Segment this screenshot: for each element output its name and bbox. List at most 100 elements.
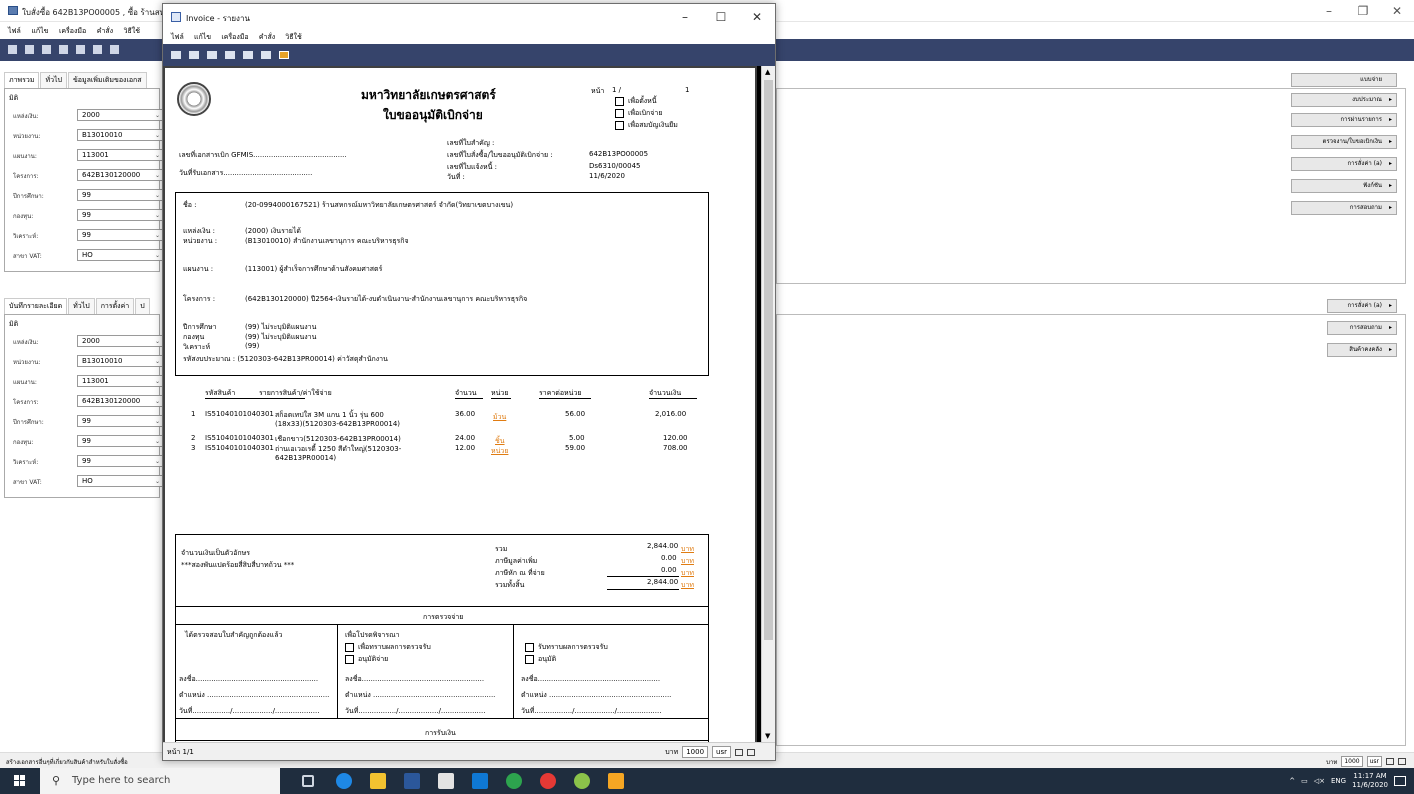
line-project-select[interactable]: 642B130120000 ⌄ [77,395,163,407]
scroll-up-icon[interactable]: ▲ [765,68,770,76]
preview-icon[interactable] [76,45,85,54]
scroll-thumb[interactable] [764,80,773,640]
save-icon[interactable] [25,45,34,54]
fund-select[interactable]: 2000 ⌄ [77,109,163,121]
taskbar-search[interactable]: ⚲ Type here to search [40,768,280,794]
menu-command[interactable]: คำสั่ง [97,23,113,39]
line-analysis-select[interactable]: 99 ⌄ [77,455,163,467]
line-settings-a-button[interactable]: การสั่งค่า (a) ▸ [1327,299,1397,313]
restore-button[interactable]: ❐ [1346,0,1380,22]
report-viewport[interactable]: มหาวิทยาลัยเกษตรศาสตร์ ใบขออนุมัติเบิกจ่… [163,66,775,742]
session-icon[interactable] [735,748,743,756]
minimize-button[interactable]: – [1312,0,1346,22]
last-page-icon[interactable] [261,51,271,59]
inventory-button[interactable]: สินค้าคงคลัง ▸ [1327,343,1397,357]
dialog-title: Invoice - รายงาน [186,14,250,23]
edge-icon[interactable] [336,773,352,789]
dialog-menu-edit[interactable]: แก้ไข [194,30,211,44]
tab-line-settings[interactable]: การตั้งค่า [95,298,135,314]
currency-link[interactable]: บาท [681,568,694,579]
line-vat-branch-select[interactable]: HO ⌄ [77,475,163,487]
notification-icon[interactable] [1394,776,1406,786]
opera-icon[interactable] [540,773,556,789]
print-icon[interactable] [59,45,68,54]
clock[interactable]: 11:17 AM 11/6/2020 [1352,772,1388,790]
vertical-scrollbar[interactable]: ▲ ▼ [761,66,775,742]
network-icon[interactable]: ▭ [1301,777,1308,785]
check-advance: เพื่อสมบัญเงินยืม [615,120,678,131]
dialog-menu-help[interactable]: วิธีใช้ [285,30,301,44]
filter-icon[interactable] [110,45,119,54]
inquiry-button[interactable]: การสอบถาม ▸ [1291,201,1397,215]
unit-link[interactable]: หน่วย [491,446,508,457]
unit-select[interactable]: B13010010 ⌄ [77,129,163,141]
currency-link[interactable]: บาท [681,580,694,591]
plan-select[interactable]: 113001 ⌄ [77,149,163,161]
line-year-select[interactable]: 99 ⌄ [77,415,163,427]
print-icon[interactable] [171,51,181,59]
delete-icon[interactable] [42,45,51,54]
next-page-icon[interactable] [243,51,253,59]
dialog-menu-command[interactable]: คำสั่ง [259,30,275,44]
line-plan-select[interactable]: 113001 ⌄ [77,375,163,387]
line-unit-select[interactable]: B13010010 ⌄ [77,355,163,367]
language-indicator[interactable]: ENG [1331,777,1346,785]
tab-line-details[interactable]: บันทึกรายละเอียด [4,298,68,314]
university-seal [177,82,211,116]
menu-file[interactable]: ไฟล์ [8,23,21,39]
dialog-menu-tools[interactable]: เครื่องมือ [221,30,248,44]
tab-line-more[interactable]: ป [135,298,150,314]
tab-general[interactable]: ทั่วไป [40,72,67,88]
new-icon[interactable] [8,45,17,54]
inspection-button[interactable]: ตรวจงาน/ใบขอเบิกเงิน ▸ [1291,135,1397,149]
dialog-minimize-button[interactable]: – [667,4,703,30]
payment-type-button[interactable]: แบบจ่าย [1291,73,1397,87]
menu-tools[interactable]: เครื่องมือ [59,23,86,39]
menu-edit[interactable]: แก้ไข [31,23,48,39]
app-icon[interactable] [574,773,590,789]
dialog-close-button[interactable]: ✕ [739,4,775,30]
window-icon[interactable] [1398,758,1406,765]
invoice-number: Ds6310/00045 [589,162,641,170]
window-icon[interactable] [747,748,755,756]
menu-help[interactable]: วิธีใช้ [124,23,140,39]
vat-branch-select[interactable]: HO ⌄ [77,249,163,261]
line-fundgroup-select[interactable]: 99 ⌄ [77,435,163,447]
chevron-up-icon[interactable]: ^ [1289,777,1295,785]
fundgroup-select[interactable]: 99 ⌄ [77,209,163,221]
session-icon[interactable] [1386,758,1394,765]
tab-additional[interactable]: ข้อมูลเพิ่มเติมของเอกส [67,72,147,88]
tab-line-general[interactable]: ทั่วไป [68,298,95,314]
tab-overview[interactable]: ภาพรวม [4,72,40,88]
word-icon[interactable] [404,773,420,789]
volume-icon[interactable]: ◁× [1314,777,1325,785]
export-icon[interactable] [279,51,289,59]
erp-app-icon[interactable] [608,773,624,789]
unit-link[interactable]: ม้วน [493,412,506,423]
dialog-menu-file[interactable]: ไฟล์ [171,30,184,44]
task-view-icon[interactable] [302,775,314,787]
report-icon[interactable] [93,45,102,54]
budget-button[interactable]: งบประมาณ ▸ [1291,93,1397,107]
project-select[interactable]: 642B130120000 ⌄ [77,169,163,181]
currency-link[interactable]: บาท [681,544,694,555]
analysis-select[interactable]: 99 ⌄ [77,229,163,241]
settings-a-button[interactable]: การสั่งค่า (a) ▸ [1291,157,1397,171]
chrome-icon[interactable] [506,773,522,789]
setup-icon[interactable] [189,51,199,59]
mail-icon[interactable] [472,773,488,789]
file-explorer-icon[interactable] [370,773,386,789]
store-icon[interactable] [438,773,454,789]
scroll-down-icon[interactable]: ▼ [765,732,770,740]
windows-start-icon[interactable] [14,775,26,787]
dialog-maximize-button[interactable]: ☐ [703,4,739,30]
line-inquiry-button[interactable]: การสอบถาม ▸ [1327,321,1397,335]
currency-link[interactable]: บาท [681,556,694,567]
prev-page-icon[interactable] [225,51,235,59]
function-button[interactable]: ฟังก์ชัน ▸ [1291,179,1397,193]
first-page-icon[interactable] [207,51,217,59]
posting-button[interactable]: การผ่านรายการ ▸ [1291,113,1397,127]
year-select[interactable]: 99 ⌄ [77,189,163,201]
close-button[interactable]: ✕ [1380,0,1414,22]
line-fund-select[interactable]: 2000 ⌄ [77,335,163,347]
